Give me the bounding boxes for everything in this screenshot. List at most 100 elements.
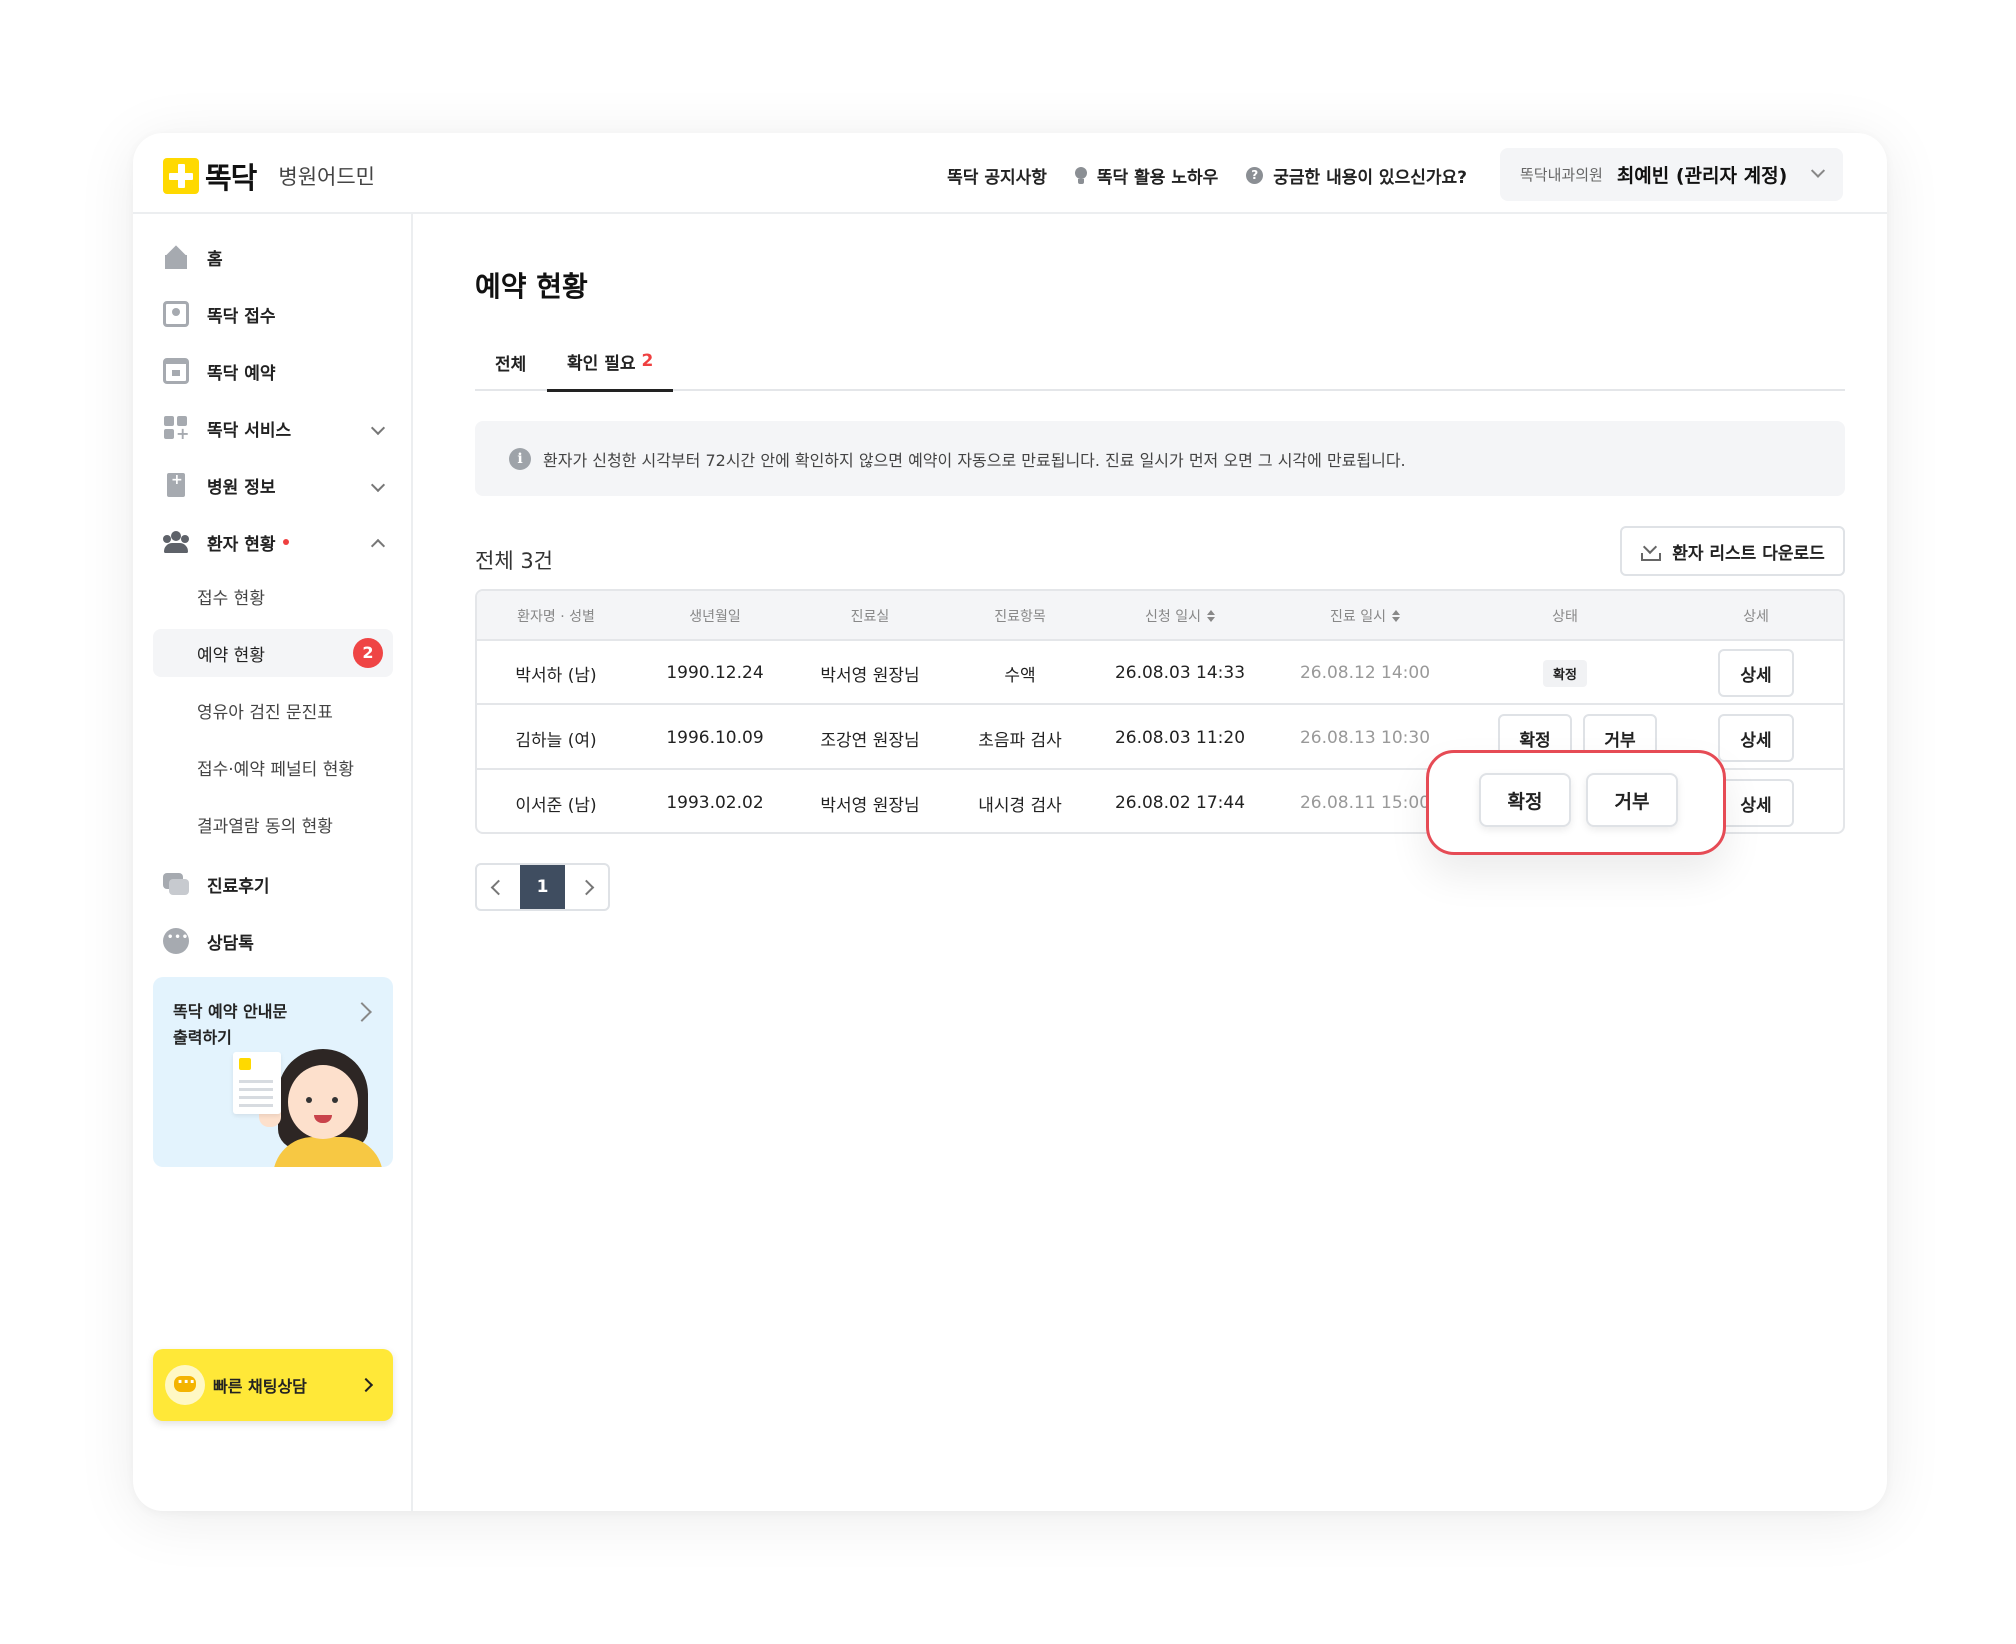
total-count: 전체 3건 xyxy=(475,549,553,573)
reject-button-highlighted[interactable]: 거부 xyxy=(1586,773,1678,827)
clinic-room: 박서영 원장님 xyxy=(820,795,920,816)
sidebar-item-reception[interactable]: 똑닥 접수 xyxy=(163,296,393,332)
pagination: 1 xyxy=(475,863,610,911)
sidebar-subitem-booking-status[interactable]: 예약 현황 2 xyxy=(153,629,393,677)
patient-name: 이서준 (남) xyxy=(515,795,597,816)
home-icon xyxy=(163,244,189,270)
page-button[interactable]: 1 xyxy=(520,865,565,909)
sidebar-subitem-reception-status[interactable]: 접수 현황 xyxy=(153,572,393,620)
tab-label: 확인 필요 xyxy=(567,353,636,374)
next-page-button[interactable] xyxy=(565,865,608,909)
sidebar-subitem-label: 영유아 검진 문진표 xyxy=(197,702,333,723)
app-name: 병원어드민 xyxy=(278,165,375,189)
column-header-label: 환자명 · 성별 xyxy=(517,609,595,625)
sidebar-item-label: 홈 xyxy=(207,249,223,270)
tab-needs-confirmation[interactable]: 확인 필요 2 xyxy=(547,333,674,392)
sidebar-item-home[interactable]: 홈 xyxy=(163,239,393,275)
applied-datetime: 26.08.03 11:20 xyxy=(1114,728,1246,748)
tips-link[interactable]: 똑닥 활용 노하우 xyxy=(1074,163,1219,188)
clinic-room: 조강연 원장님 xyxy=(820,730,920,751)
notice-banner: i 환자가 신청한 시각부터 72시간 안에 확인하지 않으면 예약이 자동으로… xyxy=(475,421,1845,496)
column-header-label: 진료항목 xyxy=(994,609,1046,625)
sidebar-item-consult-talk[interactable]: 상담톡 xyxy=(163,923,393,959)
sidebar-item-booking[interactable]: 똑닥 예약 xyxy=(163,353,393,389)
app-window: 똑닥 병원어드민 똑닥 공지사항 똑닥 활용 노하우 ? 궁금한 내용이 있으신… xyxy=(133,133,1887,1511)
promo-text: 똑닥 예약 안내문 출력하기 xyxy=(173,999,287,1051)
birth-date: 1990.12.24 xyxy=(666,663,764,683)
detail-button[interactable]: 상세 xyxy=(1718,649,1794,697)
chevron-down-icon xyxy=(370,420,386,436)
sidebar-item-label: 환자 현황 xyxy=(207,534,276,555)
info-icon: i xyxy=(509,447,531,470)
column-header-label: 진료실 xyxy=(850,609,890,625)
chevron-right-icon xyxy=(358,1377,374,1393)
chat-bubble-icon xyxy=(165,1365,205,1405)
sidebar-item-hospital-info[interactable]: 병원 정보 xyxy=(163,467,393,503)
logo[interactable]: 똑닥 병원어드민 xyxy=(163,155,375,197)
detail-button[interactable]: 상세 xyxy=(1718,714,1794,762)
document-icon xyxy=(233,1052,281,1114)
notice-link-label: 똑닥 공지사항 xyxy=(947,168,1047,188)
sort-visit-date[interactable]: 진료 일시 xyxy=(1265,591,1465,641)
patient-name: 김하늘 (여) xyxy=(515,730,597,751)
account-hospital: 똑닥내과의원 xyxy=(1520,166,1603,184)
question-icon: ? xyxy=(1246,167,1264,184)
treatment-item: 초음파 검사 xyxy=(978,730,1062,751)
tab-all[interactable]: 전체 xyxy=(475,333,546,391)
column-header: 상태 xyxy=(1465,591,1665,641)
notice-text: 환자가 신청한 시각부터 72시간 안에 확인하지 않으면 예약이 자동으로 만… xyxy=(543,450,1406,470)
treatment-item: 내시경 검사 xyxy=(978,795,1062,816)
sidebar-item-patients[interactable]: 환자 현황 xyxy=(163,524,393,560)
sidebar-item-label: 똑닥 예약 xyxy=(207,363,276,384)
top-bar: 똑닥 병원어드민 똑닥 공지사항 똑닥 활용 노하우 ? 궁금한 내용이 있으신… xyxy=(133,133,1887,214)
sidebar-item-label: 병원 정보 xyxy=(207,477,276,498)
top-links: 똑닥 공지사항 똑닥 활용 노하우 ? 궁금한 내용이 있으신가요? xyxy=(947,163,1467,188)
confirm-button-highlighted[interactable]: 확정 xyxy=(1479,773,1571,827)
sidebar-item-label: 진료후기 xyxy=(207,876,270,897)
column-header-label: 생년월일 xyxy=(689,609,741,625)
sort-applied-date[interactable]: 신청 일시 xyxy=(1095,591,1265,641)
sidebar-subitem-penalty[interactable]: 접수·예약 페널티 현황 xyxy=(153,743,393,791)
sidebar-subitem-infant-checkup[interactable]: 영유아 검진 문진표 xyxy=(153,686,393,734)
column-header: 생년월일 xyxy=(635,591,795,641)
table-header: 환자명 · 성별 생년월일 진료실 진료항목 신청 일시 진료 일시 상태 상세 xyxy=(477,591,1843,641)
column-header: 환자명 · 성별 xyxy=(477,591,635,641)
tab-label: 전체 xyxy=(495,354,527,375)
hospital-icon xyxy=(163,472,189,498)
sidebar-item-label: 똑닥 접수 xyxy=(207,306,276,327)
prev-page-button[interactable] xyxy=(477,865,520,909)
count-badge: 2 xyxy=(353,638,383,668)
brand-cross-icon xyxy=(163,158,199,194)
download-patient-list-button[interactable]: 환자 리스트 다운로드 xyxy=(1620,526,1845,576)
account-dropdown[interactable]: 똑닥내과의원 최예빈 (관리자 계정) xyxy=(1500,148,1843,201)
notice-link[interactable]: 똑닥 공지사항 xyxy=(947,163,1047,188)
alert-dot xyxy=(283,539,290,545)
chevron-down-icon xyxy=(1810,163,1826,178)
chat-icon xyxy=(163,928,189,954)
sidebar-subitem-result-consent[interactable]: 결과열람 동의 현황 xyxy=(153,800,393,848)
help-link[interactable]: ? 궁금한 내용이 있으신가요? xyxy=(1246,163,1467,188)
tab-bar: 전체 확인 필요 2 xyxy=(475,333,1845,392)
account-user: 최예빈 (관리자 계정) xyxy=(1616,165,1788,187)
help-link-label: 궁금한 내용이 있으신가요? xyxy=(1273,168,1467,188)
people-icon xyxy=(163,529,189,555)
tips-link-label: 똑닥 활용 노하우 xyxy=(1096,168,1219,188)
chevron-up-icon xyxy=(370,538,386,554)
sort-icon xyxy=(1391,610,1400,622)
promo-line-1: 똑닥 예약 안내문 xyxy=(173,1002,288,1021)
sidebar-item-label: 상담톡 xyxy=(207,933,254,954)
print-guide-banner[interactable]: 똑닥 예약 안내문 출력하기 xyxy=(153,977,393,1167)
sidebar-item-reviews[interactable]: 진료후기 xyxy=(163,866,393,902)
lightbulb-icon xyxy=(1074,167,1087,184)
sidebar-item-services[interactable]: 똑닥 서비스 xyxy=(163,410,393,446)
chevron-down-icon xyxy=(370,477,386,493)
tab-count: 2 xyxy=(641,351,654,371)
visit-datetime: 26.08.12 14:00 xyxy=(1299,663,1431,683)
applied-datetime: 26.08.03 14:33 xyxy=(1114,663,1246,683)
birth-date: 1993.02.02 xyxy=(666,793,764,813)
quick-chat-button[interactable]: 빠른 채팅상담 xyxy=(153,1349,393,1421)
sidebar-subitem-label: 접수 현황 xyxy=(197,588,265,609)
detail-button[interactable]: 상세 xyxy=(1718,779,1794,827)
column-header-label: 상세 xyxy=(1743,609,1769,625)
download-label: 환자 리스트 다운로드 xyxy=(1672,543,1825,564)
